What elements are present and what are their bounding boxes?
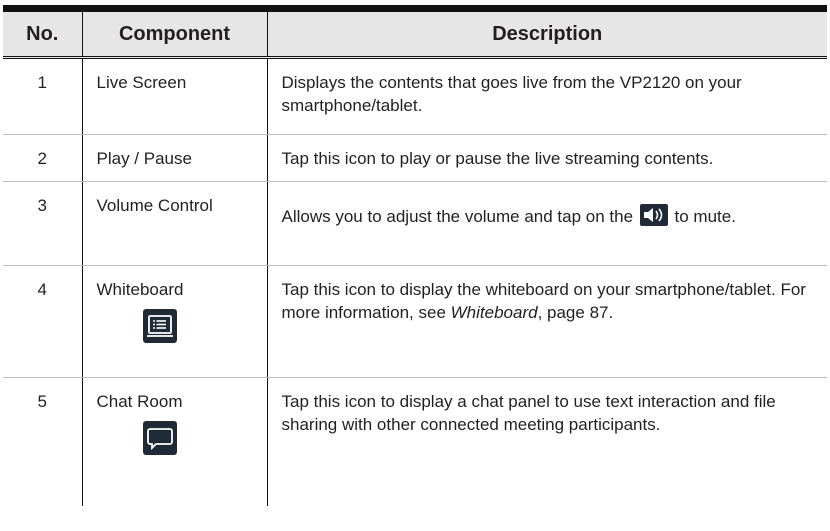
row-number: 4	[3, 265, 83, 378]
component-table: No. Component Description 1 Live Screen …	[3, 5, 827, 506]
component-description: Displays the contents that goes live fro…	[266, 57, 827, 135]
component-description: Allows you to adjust the volume and tap …	[266, 181, 827, 266]
component-label: Whiteboard	[96, 280, 184, 299]
row-number: 5	[3, 377, 83, 506]
row-number: 2	[3, 134, 83, 182]
description-text: to mute.	[674, 207, 736, 226]
description-text: Allows you to adjust the volume and tap …	[281, 207, 634, 226]
component-description: Tap this icon to play or pause the live …	[266, 134, 827, 182]
table-row: 4 Whiteboard Tap this icon to display th…	[3, 265, 827, 378]
component-name: Chat Room	[81, 377, 268, 506]
table-row: 2 Play / Pause Tap this icon to play or …	[3, 134, 827, 182]
component-name: Play / Pause	[81, 134, 268, 182]
header-component: Component	[81, 8, 268, 59]
chat-icon	[142, 421, 177, 455]
speaker-icon	[639, 204, 668, 226]
component-name: Volume Control	[81, 181, 268, 266]
header-row: No. Component Description	[3, 8, 827, 59]
component-label: Chat Room	[96, 392, 183, 411]
table-row: 3 Volume Control Allows you to adjust th…	[3, 181, 827, 266]
component-name: Whiteboard	[81, 265, 268, 378]
component-description: Tap this icon to display a chat panel to…	[266, 377, 827, 506]
table-row: 5 Chat Room Tap this icon to display a c…	[3, 377, 827, 506]
component-description: Tap this icon to display the whiteboard …	[266, 265, 827, 378]
cross-reference-link[interactable]: Whiteboard	[451, 303, 538, 322]
header-description: Description	[266, 8, 827, 59]
row-number: 3	[3, 181, 83, 266]
table-row: 1 Live Screen Displays the contents that…	[3, 57, 827, 135]
header-no: No.	[3, 8, 83, 59]
component-name: Live Screen	[81, 57, 268, 135]
whiteboard-icon	[142, 309, 177, 343]
row-number: 1	[3, 57, 83, 135]
description-text: , page 87.	[537, 303, 614, 322]
